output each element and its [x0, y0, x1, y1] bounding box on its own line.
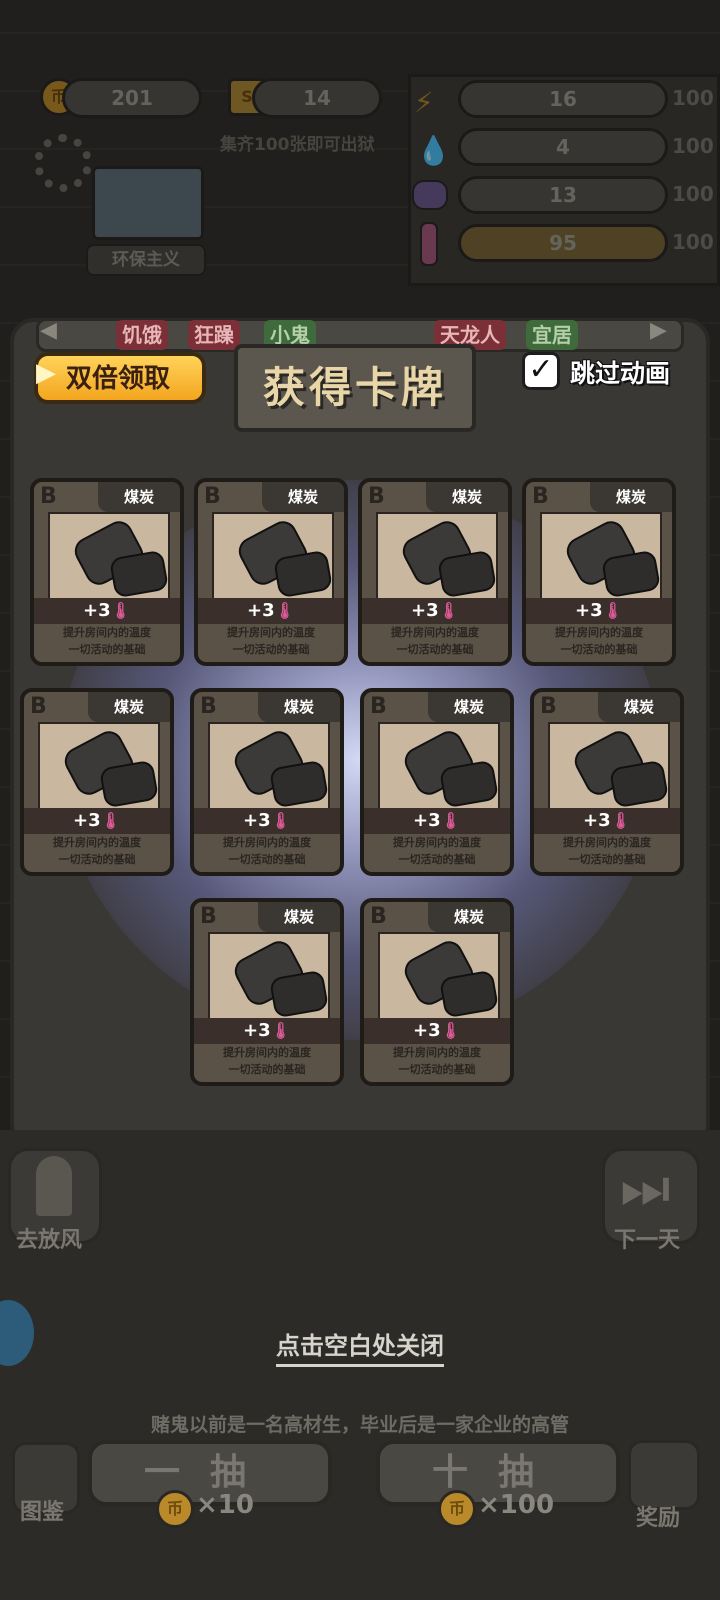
card-effect: +3🌡: [83, 600, 131, 621]
play-icon: ▶: [36, 358, 56, 388]
coal-icon: [376, 512, 498, 604]
card-effect: +3🌡: [413, 1020, 461, 1041]
thermometer-icon: 🌡: [270, 1021, 291, 1040]
door-icon: [36, 1156, 72, 1216]
draw-ten-cost: ×100: [478, 1490, 555, 1520]
coal-card[interactable]: B 煤炭 +3🌡 提升房间内的温度 一切活动的基础: [190, 898, 344, 1086]
card-grade: B: [370, 694, 387, 719]
skip-forward-icon: ⏭: [620, 1156, 671, 1221]
card-description: 提升房间内的温度 一切活动的基础: [555, 626, 643, 656]
coal-icon: [540, 512, 662, 604]
thermometer-icon: 🌡: [100, 811, 121, 830]
card-effect: +3🌡: [413, 810, 461, 831]
card-grade: B: [370, 904, 387, 929]
card-description: 提升房间内的温度 一切活动的基础: [227, 626, 315, 656]
close-hint[interactable]: 点击空白处关闭: [0, 1326, 720, 1367]
card-description: 提升房间内的温度 一切活动的基础: [63, 626, 151, 656]
coal-card[interactable]: B 煤炭 +3🌡 提升房间内的温度 一切活动的基础: [360, 898, 514, 1086]
card-grade: B: [368, 484, 385, 509]
thermometer-icon: 🌡: [440, 811, 461, 830]
card-name: 煤炭: [88, 692, 170, 722]
card-grade: B: [532, 484, 549, 509]
tag-hunger: 饥饿: [116, 320, 168, 350]
card-grade: B: [204, 484, 221, 509]
coal-icon: [208, 722, 330, 814]
card-name: 煤炭: [428, 902, 510, 932]
card-description: 提升房间内的温度 一切活动的基础: [563, 836, 651, 866]
card-description: 提升房间内的温度 一切活动的基础: [393, 1046, 481, 1076]
card-grade: B: [30, 694, 47, 719]
thermometer-icon: 🌡: [110, 601, 131, 620]
next-day-label: 下一天: [614, 1228, 681, 1253]
card-effect: +3🌡: [575, 600, 623, 621]
coal-card[interactable]: B 煤炭 +3🌡 提升房间内的温度 一切活动的基础: [360, 688, 514, 876]
card-effect: +3🌡: [73, 810, 121, 831]
coal-card[interactable]: B 煤炭 +3🌡 提升房间内的温度 一切活动的基础: [30, 478, 184, 666]
card-name: 煤炭: [262, 482, 344, 512]
coal-icon: [378, 722, 500, 814]
coal-icon: [48, 512, 170, 604]
card-description: 提升房间内的温度 一切活动的基础: [223, 836, 311, 866]
coal-card[interactable]: B 煤炭 +3🌡 提升房间内的温度 一切活动的基础: [190, 688, 344, 876]
draw-one-cost: ×10: [196, 1490, 254, 1520]
tag-livable: 宜居: [526, 320, 578, 350]
card-name: 煤炭: [258, 692, 340, 722]
card-name: 煤炭: [598, 692, 680, 722]
double-reward-label: 双倍领取: [66, 364, 171, 394]
coal-card[interactable]: B 煤炭 +3🌡 提升房间内的温度 一切活动的基础: [20, 688, 174, 876]
go-out-label: 去放风: [16, 1228, 83, 1253]
card-description: 提升房间内的温度 一切活动的基础: [53, 836, 141, 866]
thermometer-icon: 🌡: [270, 811, 291, 830]
tag-manic: 狂躁: [188, 320, 240, 350]
coal-icon: [212, 512, 334, 604]
coal-icon: [38, 722, 160, 814]
thermometer-icon: 🌡: [438, 601, 459, 620]
coin-icon: 币: [438, 1490, 476, 1528]
card-name: 煤炭: [258, 902, 340, 932]
card-description: 提升房间内的温度 一切活动的基础: [391, 626, 479, 656]
card-effect: +3🌡: [247, 600, 295, 621]
chevron-left-icon[interactable]: ◀: [40, 318, 57, 343]
coal-card[interactable]: B 煤炭 +3🌡 提升房间内的温度 一切活动的基础: [194, 478, 348, 666]
popup-title: 获得卡牌: [262, 363, 447, 412]
skip-animation-label: 跳过动画: [570, 359, 671, 388]
card-grade: B: [200, 904, 217, 929]
codex-label: 图鉴: [20, 1500, 65, 1525]
story-text: 赌鬼以前是一名高材生，毕业后是一家企业的高管: [150, 1414, 569, 1436]
chevron-right-icon[interactable]: ▶: [650, 318, 667, 343]
thermometer-icon: 🌡: [440, 1021, 461, 1040]
card-grade: B: [200, 694, 217, 719]
card-name: 煤炭: [426, 482, 508, 512]
card-grade: B: [540, 694, 557, 719]
coal-icon: [208, 932, 330, 1024]
reward-label: 奖励: [636, 1506, 681, 1531]
card-name: 煤炭: [98, 482, 180, 512]
coal-icon: [548, 722, 670, 814]
coal-card[interactable]: B 煤炭 +3🌡 提升房间内的温度 一切活动的基础: [358, 478, 512, 666]
coal-card[interactable]: B 煤炭 +3🌡 提升房间内的温度 一切活动的基础: [530, 688, 684, 876]
thermometer-icon: 🌡: [610, 811, 631, 830]
card-description: 提升房间内的温度 一切活动的基础: [223, 1046, 311, 1076]
card-effect: +3🌡: [243, 810, 291, 831]
skip-animation-checkbox[interactable]: ✓: [522, 352, 560, 390]
thermometer-icon: 🌡: [602, 601, 623, 620]
card-name: 煤炭: [590, 482, 672, 512]
coal-card[interactable]: B 煤炭 +3🌡 提升房间内的温度 一切活动的基础: [522, 478, 676, 666]
card-effect: +3🌡: [583, 810, 631, 831]
card-grade: B: [40, 484, 57, 509]
card-effect: +3🌡: [411, 600, 459, 621]
coal-icon: [378, 932, 500, 1024]
thermometer-icon: 🌡: [274, 601, 295, 620]
card-effect: +3🌡: [243, 1020, 291, 1041]
card-name: 煤炭: [428, 692, 510, 722]
coin-icon: 币: [156, 1490, 194, 1528]
card-description: 提升房间内的温度 一切活动的基础: [393, 836, 481, 866]
